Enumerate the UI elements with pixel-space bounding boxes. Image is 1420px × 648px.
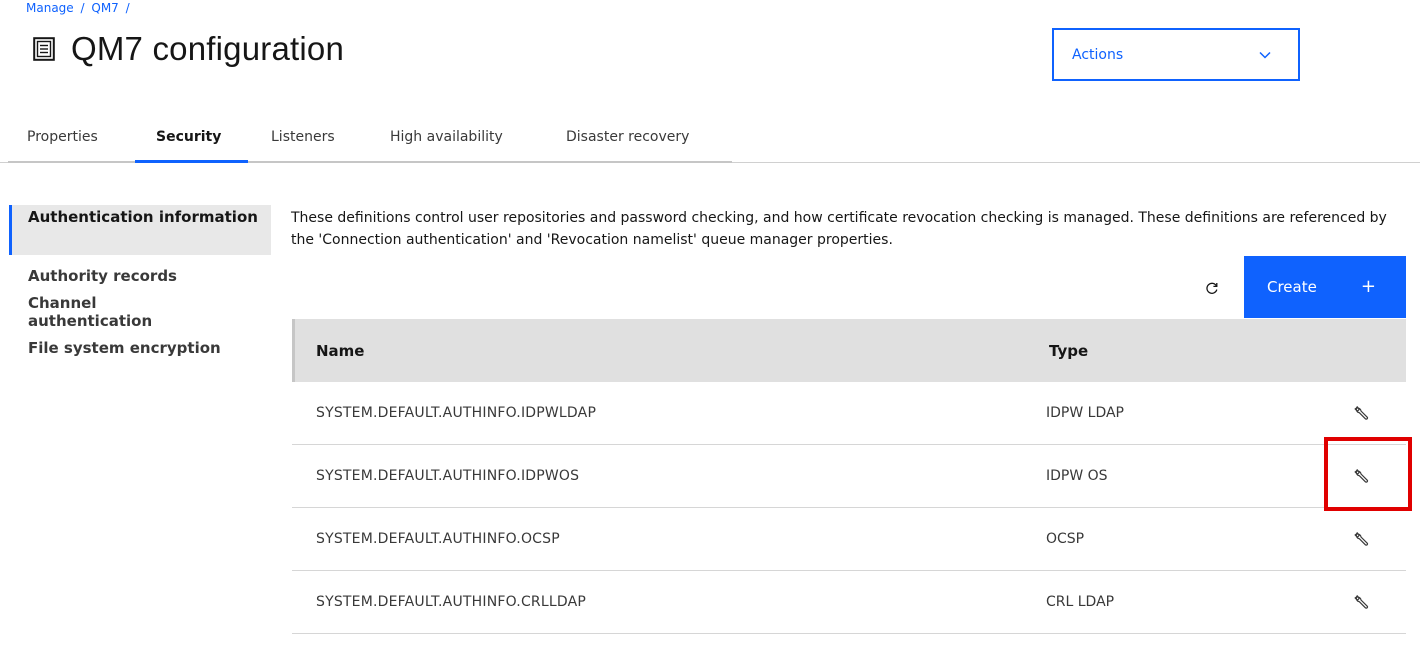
wrench-icon[interactable] bbox=[1353, 594, 1369, 610]
section-description: These definitions control user repositor… bbox=[291, 210, 1387, 248]
cell-type: IDPW LDAP bbox=[1046, 405, 1124, 421]
tab-security[interactable]: Security bbox=[156, 129, 221, 145]
sidenav-item-channel-authentication[interactable]: Channel authentication bbox=[9, 294, 179, 330]
highlight-box bbox=[1324, 437, 1412, 511]
tab-high-availability[interactable]: High availability bbox=[390, 129, 503, 145]
cell-name: SYSTEM.DEFAULT.AUTHINFO.IDPWOS bbox=[316, 468, 580, 484]
breadcrumb-qm7[interactable]: QM7 bbox=[91, 1, 118, 15]
column-header-name[interactable]: Name bbox=[295, 342, 1049, 360]
cell-name: SYSTEM.DEFAULT.AUTHINFO.CRLLDAP bbox=[316, 594, 586, 610]
wrench-icon[interactable] bbox=[1353, 531, 1369, 547]
table-row[interactable]: SYSTEM.DEFAULT.AUTHINFO.CRLLDAP CRL LDAP bbox=[292, 571, 1406, 634]
breadcrumb: Manage / QM7 / bbox=[26, 1, 133, 15]
tab-bar-baseline bbox=[8, 161, 732, 163]
breadcrumb-manage[interactable]: Manage bbox=[26, 1, 74, 15]
column-header-type[interactable]: Type bbox=[1049, 342, 1319, 360]
table-row[interactable]: SYSTEM.DEFAULT.AUTHINFO.OCSP OCSP bbox=[292, 508, 1406, 571]
tab-listeners[interactable]: Listeners bbox=[271, 129, 335, 145]
table-row[interactable]: SYSTEM.DEFAULT.AUTHINFO.IDPWLDAP IDPW LD… bbox=[292, 382, 1406, 445]
cell-type: OCSP bbox=[1046, 531, 1085, 547]
tab-properties[interactable]: Properties bbox=[27, 129, 98, 145]
sidenav-item-authentication-information[interactable]: Authentication information bbox=[9, 205, 271, 255]
create-button-label: Create bbox=[1267, 278, 1317, 296]
sidenav-item-authority-records[interactable]: Authority records bbox=[9, 267, 271, 285]
active-tab-indicator bbox=[135, 160, 248, 163]
authinfo-table: Name Type SYSTEM.DEFAULT.AUTHINFO.IDPWLD… bbox=[292, 319, 1406, 634]
tab-bar: Properties Security Listeners High avail… bbox=[0, 119, 1420, 164]
tab-disaster-recovery[interactable]: Disaster recovery bbox=[566, 129, 689, 145]
page-title: QM7 configuration bbox=[71, 30, 345, 67]
add-icon: + bbox=[1360, 276, 1376, 297]
cell-type: CRL LDAP bbox=[1046, 594, 1115, 610]
table-row[interactable]: SYSTEM.DEFAULT.AUTHINFO.IDPWOS IDPW OS bbox=[292, 445, 1406, 508]
document-icon bbox=[33, 37, 55, 61]
security-side-nav: Authentication information Authority rec… bbox=[9, 205, 271, 357]
wrench-icon[interactable] bbox=[1353, 405, 1369, 421]
table-header: Name Type bbox=[292, 319, 1406, 382]
actions-dropdown[interactable]: Actions bbox=[1052, 28, 1300, 81]
actions-label: Actions bbox=[1072, 46, 1124, 63]
breadcrumb-separator: / bbox=[125, 1, 130, 15]
cell-name: SYSTEM.DEFAULT.AUTHINFO.OCSP bbox=[316, 531, 560, 547]
breadcrumb-separator: / bbox=[80, 1, 85, 15]
page-header: QM7 configuration bbox=[33, 30, 344, 68]
chevron-down-icon bbox=[1259, 51, 1271, 59]
sidenav-item-file-system-encryption[interactable]: File system encryption bbox=[9, 339, 271, 357]
refresh-icon[interactable] bbox=[1205, 281, 1219, 295]
cell-type: IDPW OS bbox=[1046, 468, 1108, 484]
cell-name: SYSTEM.DEFAULT.AUTHINFO.IDPWLDAP bbox=[316, 405, 597, 421]
create-button[interactable]: Create + bbox=[1244, 256, 1406, 318]
